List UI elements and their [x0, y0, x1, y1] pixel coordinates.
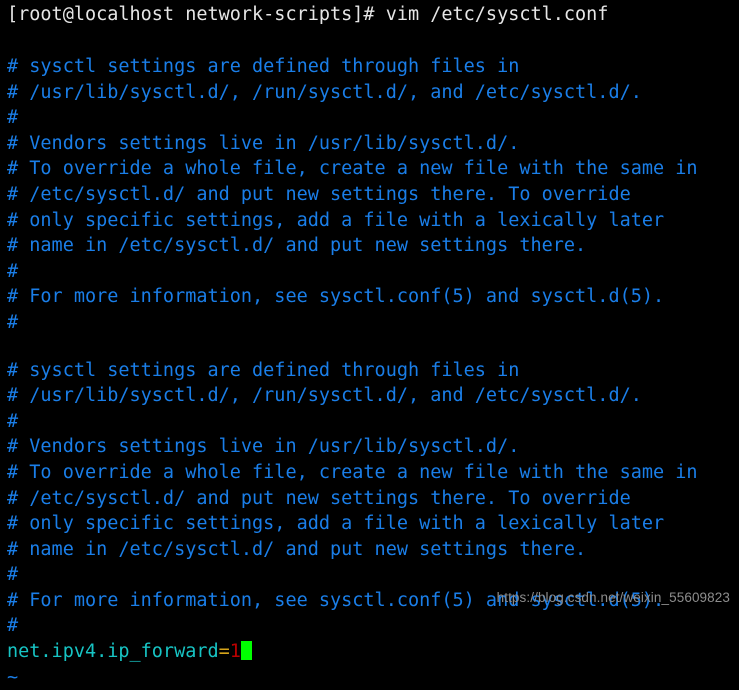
vim-line: # only specific settings, add a file wit… — [7, 513, 665, 535]
vim-line: # /etc/sysctl.d/ and put new settings th… — [7, 487, 631, 509]
vim-line: # To override a whole file, create a new… — [7, 461, 698, 483]
terminal-window: [root@localhost network-scripts]# vim /e… — [0, 0, 739, 688]
vim-line: # /etc/sysctl.d/ and put new settings th… — [7, 183, 631, 205]
vim-line: # only specific settings, add a file wit… — [7, 209, 665, 231]
watermark-text: https://blog.csdn.net/weixin_55609823 — [496, 590, 730, 605]
vim-line: # sysctl settings are defined through fi… — [7, 56, 520, 77]
vim-line: # For more information, see sysctl.conf(… — [7, 286, 665, 308]
vim-line: # — [7, 311, 19, 333]
vim-line: # Vendors settings live in /usr/lib/sysc… — [7, 436, 520, 458]
vim-line: # Vendors settings live in /usr/lib/sysc… — [7, 132, 520, 154]
text-cursor — [240, 641, 252, 661]
vim-line: # name in /etc/sysctl.d/ and put new set… — [7, 538, 587, 560]
vim-line: # — [7, 564, 19, 586]
vim-empty-line-marker: ~ — [7, 666, 19, 688]
vim-line: # /usr/lib/sysctl.d/, /run/sysctl.d/, an… — [7, 385, 642, 407]
vim-line: # name in /etc/sysctl.d/ and put new set… — [7, 235, 587, 257]
vim-line: # sysctl settings are defined through fi… — [7, 359, 520, 381]
vim-line: # — [7, 107, 19, 129]
setting-operator: = — [218, 641, 230, 663]
shell-prompt-line: [root@localhost network-scripts]# vim /e… — [7, 4, 609, 25]
vim-comment-block-one: # sysctl settings are defined through fi… — [0, 54, 739, 336]
vim-line: # — [7, 410, 19, 432]
vim-line: # — [7, 260, 19, 282]
setting-key: net.ipv4.ip_forward — [7, 641, 219, 663]
vim-line: # — [7, 615, 19, 637]
vim-line: # /usr/lib/sysctl.d/, /run/sysctl.d/, an… — [7, 81, 642, 103]
sysctl-setting-line[interactable]: net.ipv4.ip_forward=1 — [0, 639, 739, 665]
vim-line: # To override a whole file, create a new… — [7, 158, 698, 180]
setting-value: 1 — [229, 641, 241, 663]
